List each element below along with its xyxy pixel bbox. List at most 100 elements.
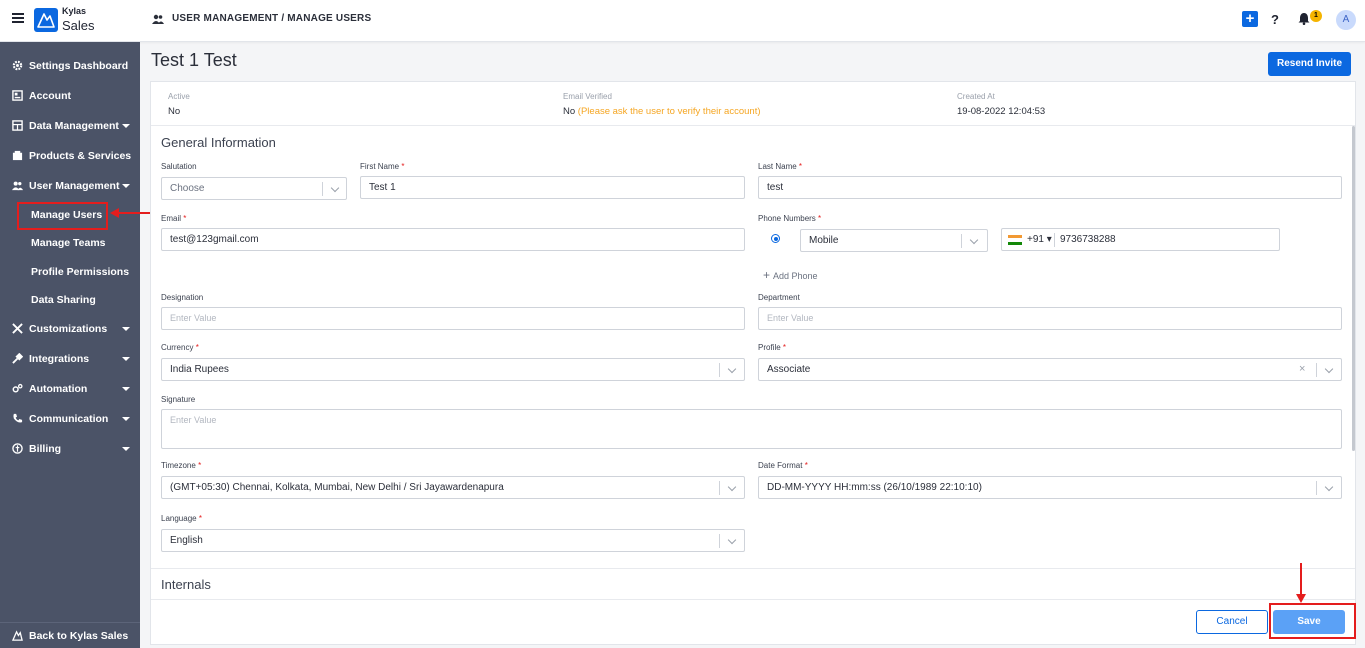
plug-icon	[12, 353, 23, 364]
chevron-down-icon	[1324, 482, 1334, 492]
clear-icon[interactable]: ×	[1299, 359, 1305, 380]
add-icon[interactable]: +	[1242, 11, 1258, 27]
email-field[interactable]: test@123gmail.com	[161, 228, 745, 251]
chevron-down-icon	[727, 482, 737, 492]
department-label: Department	[758, 293, 800, 302]
created-at-label: Created At	[957, 92, 995, 101]
chevron-down-icon	[727, 364, 737, 374]
phone-number-field[interactable]: +91 ▾ 9736738288	[1001, 228, 1280, 251]
timezone-label: Timezone *	[161, 461, 202, 470]
primary-phone-radio[interactable]	[771, 234, 780, 243]
cancel-button[interactable]: Cancel	[1196, 610, 1268, 634]
divider	[151, 599, 1355, 600]
chevron-down-icon	[122, 184, 130, 188]
chevron-down-icon	[122, 327, 130, 331]
language-label: Language *	[161, 514, 202, 523]
user-details-card: Active No Email Verified No (Please ask …	[150, 81, 1356, 645]
sidebar-item-automation[interactable]: Automation	[0, 378, 140, 400]
chevron-down-icon	[1324, 364, 1334, 374]
chevron-down-icon	[122, 417, 130, 421]
page-title: Test 1 Test	[151, 50, 237, 70]
gear-icon	[12, 60, 23, 71]
sidebar-subitem-manage-teams[interactable]: Manage Teams	[31, 237, 106, 249]
profile-select[interactable]: Associate ×	[758, 358, 1342, 381]
active-value: No	[168, 106, 181, 117]
sidebar-item-integrations[interactable]: Integrations	[0, 348, 140, 370]
verify-warning-text: (Please ask the user to verify their acc…	[577, 106, 761, 117]
plus-icon: +	[763, 268, 771, 282]
chevron-down-icon	[122, 124, 130, 128]
annotation-arrow-head-left	[110, 208, 119, 218]
salutation-select[interactable]: Choose	[161, 177, 347, 200]
sidebar-item-products-services[interactable]: Products & Services	[0, 145, 140, 167]
sidebar-item-communication[interactable]: Communication	[0, 408, 140, 430]
date-format-select[interactable]: DD-MM-YYYY HH:mm:ss (26/10/1989 22:10:10…	[758, 476, 1342, 499]
timezone-select[interactable]: (GMT+05:30) Chennai, Kolkata, Mumbai, Ne…	[161, 476, 745, 499]
india-flag-icon	[1008, 235, 1022, 245]
divider	[151, 125, 1355, 126]
department-field[interactable]: Enter Value	[758, 307, 1342, 330]
section-title-general-information: General Information	[161, 135, 276, 150]
phone-numbers-label: Phone Numbers *	[758, 214, 822, 223]
currency-label: Currency *	[161, 343, 199, 352]
sidebar-subitem-data-sharing[interactable]: Data Sharing	[31, 294, 96, 306]
sidebar-item-settings-dashboard[interactable]: Settings Dashboard	[0, 55, 140, 77]
currency-icon	[12, 443, 23, 454]
profile-label: Profile *	[758, 343, 787, 352]
scrollbar[interactable]	[1352, 126, 1355, 451]
help-icon[interactable]: ?	[1271, 12, 1279, 27]
sidebar-item-billing[interactable]: Billing	[0, 438, 140, 460]
email-label: Email *	[161, 214, 187, 223]
phone-type-select[interactable]: Mobile	[800, 229, 988, 252]
email-verified-value: No (Please ask the user to verify their …	[563, 106, 761, 117]
cogs-icon	[12, 383, 23, 393]
phone-icon	[13, 413, 23, 423]
manage-users-highlight-box	[17, 202, 108, 230]
table-icon	[12, 120, 23, 131]
tools-icon	[12, 323, 23, 334]
sidebar-item-data-management[interactable]: Data Management	[0, 115, 140, 137]
active-label: Active	[168, 92, 190, 101]
breadcrumb: USER MANAGEMENT / MANAGE USERS	[172, 13, 372, 24]
account-icon	[12, 90, 23, 101]
sidebar: Settings Dashboard Account Data Manageme…	[0, 42, 140, 648]
designation-field[interactable]: Enter Value	[161, 307, 745, 330]
avatar[interactable]: A	[1336, 10, 1356, 30]
signature-field[interactable]: Enter Value	[161, 409, 1342, 449]
email-verified-label: Email Verified	[563, 92, 612, 101]
divider	[151, 568, 1355, 569]
chevron-down-icon	[122, 357, 130, 361]
hamburger-menu-icon[interactable]	[12, 13, 24, 23]
sidebar-item-account[interactable]: Account	[0, 85, 140, 107]
bell-icon[interactable]	[1298, 12, 1310, 28]
language-select[interactable]: English	[161, 529, 745, 552]
sidebar-subitem-profile-permissions[interactable]: Profile Permissions	[31, 266, 129, 278]
users-icon	[12, 181, 23, 191]
brand-product: Sales	[62, 18, 95, 33]
signature-label: Signature	[161, 395, 196, 404]
designation-label: Designation	[161, 293, 204, 302]
salutation-label: Salutation	[161, 162, 197, 171]
first-name-field[interactable]: Test 1	[360, 176, 745, 199]
created-at-value: 19-08-2022 12:04:53	[957, 106, 1046, 117]
annotation-arrow-line	[1300, 563, 1302, 597]
resend-invite-button[interactable]: Resend Invite	[1268, 52, 1351, 76]
kylas-logo-icon	[34, 8, 58, 32]
currency-select[interactable]: India Rupees	[161, 358, 745, 381]
first-name-label: First Name *	[360, 162, 405, 171]
box-icon	[12, 150, 23, 161]
chevron-down-icon	[330, 183, 340, 193]
add-phone-button[interactable]: + Add Phone	[763, 268, 818, 282]
users-icon	[152, 14, 164, 27]
sidebar-item-customizations[interactable]: Customizations	[0, 318, 140, 340]
country-code-select[interactable]: +91 ▾	[1027, 229, 1052, 250]
last-name-field[interactable]: test	[758, 176, 1342, 199]
chevron-down-icon	[969, 235, 979, 245]
brand-name: Kylas	[62, 6, 87, 16]
back-to-kylas-sales-link[interactable]: Back to Kylas Sales	[0, 622, 140, 648]
kylas-logo-icon	[12, 630, 23, 641]
last-name-label: Last Name *	[758, 162, 803, 171]
notification-badge: 1	[1310, 10, 1322, 22]
sidebar-item-user-management[interactable]: User Management	[0, 175, 140, 197]
save-highlight-box	[1269, 603, 1356, 639]
